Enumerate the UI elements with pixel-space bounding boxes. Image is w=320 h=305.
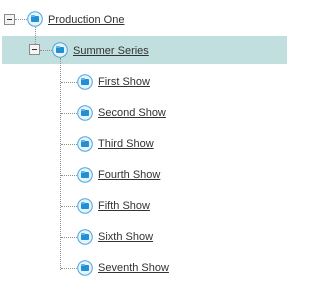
connector-line	[61, 144, 77, 145]
tree-node-label-summer-series[interactable]: Summer Series	[73, 45, 149, 58]
connector-line	[61, 237, 77, 238]
folder-icon	[77, 260, 93, 276]
tree-node-label-show[interactable]: Fifth Show	[98, 200, 150, 213]
folder-icon	[77, 74, 93, 90]
tree-node-label-show[interactable]: Sixth Show	[98, 231, 153, 244]
tree-node-label-show[interactable]: Second Show	[98, 107, 166, 120]
connector-line	[61, 113, 77, 114]
tree-node-label-show[interactable]: Seventh Show	[98, 262, 169, 275]
tree-node-label-show[interactable]: Fourth Show	[98, 169, 160, 182]
connector-line	[61, 268, 77, 269]
connector-line	[61, 206, 77, 207]
folder-icon	[27, 11, 43, 27]
folder-icon	[77, 198, 93, 214]
folder-icon	[77, 105, 93, 121]
tree-node-label-show[interactable]: First Show	[98, 76, 150, 89]
connector-line	[35, 27, 36, 44]
connector-line	[15, 19, 27, 20]
collapse-toggle-production-one[interactable]	[4, 14, 15, 25]
tree-node-label-show[interactable]: Third Show	[98, 138, 154, 151]
connector-line	[60, 58, 61, 270]
production-tree: Production One Summer Series First Show …	[0, 0, 290, 305]
folder-icon	[77, 229, 93, 245]
folder-icon	[52, 42, 68, 58]
folder-icon	[77, 167, 93, 183]
connector-line	[61, 175, 77, 176]
connector-line	[40, 50, 52, 51]
connector-line	[61, 82, 77, 83]
collapse-toggle-summer-series[interactable]	[29, 44, 40, 55]
folder-icon	[77, 136, 93, 152]
tree-node-label-production-one[interactable]: Production One	[48, 14, 124, 27]
